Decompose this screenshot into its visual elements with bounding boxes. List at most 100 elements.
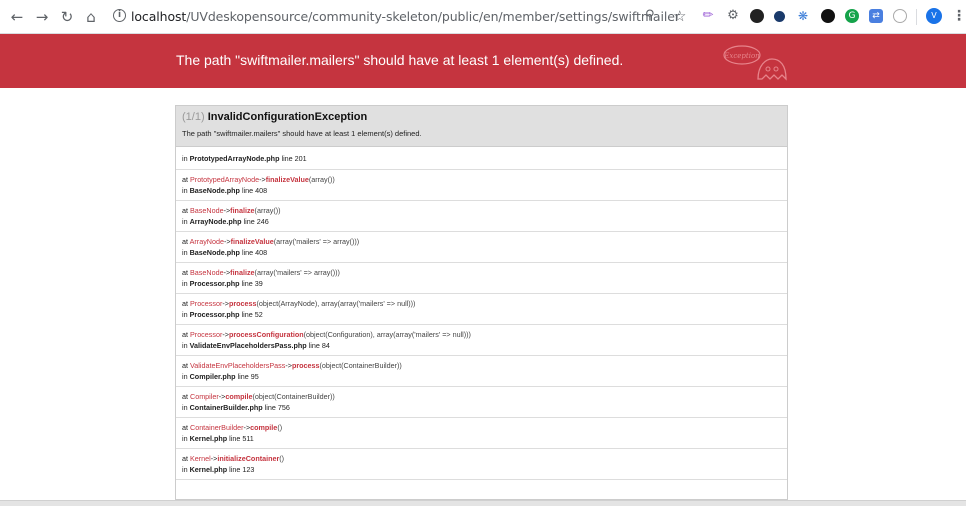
trace-class[interactable]: ArrayNode	[190, 237, 224, 246]
trace-class[interactable]: BaseNode	[190, 268, 224, 277]
exception-panel: (1/1) InvalidConfigurationException The …	[175, 105, 788, 500]
trace-line: line 201	[281, 154, 307, 163]
reload-icon[interactable]: ↻	[58, 9, 76, 25]
translate-icon[interactable]: ⇄	[869, 9, 883, 23]
trace-in: in	[182, 465, 188, 474]
trace-file: PrototypedArrayNode.php	[189, 154, 280, 163]
trace-at: at	[182, 330, 188, 339]
menu-icon[interactable]: ⋮	[952, 8, 966, 24]
grammarly-icon[interactable]: G	[845, 9, 859, 23]
emoji-extension-icon[interactable]	[893, 9, 907, 23]
trace-line: line 123	[229, 465, 255, 474]
trace-class[interactable]: PrototypedArrayNode	[190, 175, 259, 184]
exception-count: (1/1)	[182, 111, 205, 123]
trace-in: in	[182, 186, 188, 195]
trace-location: in ValidateEnvPlaceholdersPass.php line …	[182, 340, 781, 351]
trace-location: in Processor.php line 39	[182, 278, 781, 289]
trace-function: finalizeValue	[265, 175, 309, 184]
trace-function: finalize	[230, 206, 255, 215]
trace-location: in Compiler.php line 95	[182, 371, 781, 382]
trace-line: line 52	[241, 310, 263, 319]
forward-icon[interactable]: →	[33, 9, 51, 25]
trace-row: at Kernel->initializeContainer() in Kerne…	[176, 449, 787, 480]
trace-line: line 39	[241, 279, 263, 288]
zoom-icon[interactable]: ⚲	[645, 8, 655, 23]
trace-file: ContainerBuilder.php	[189, 403, 263, 412]
trace-line: line 756	[264, 403, 290, 412]
trace-file: Compiler.php	[189, 372, 236, 381]
trace-function: processConfiguration	[228, 330, 304, 339]
trace-list: in PrototypedArrayNode.php line 201 at Pr…	[176, 147, 787, 480]
trace-class[interactable]: ValidateEnvPlaceholdersPass	[190, 361, 285, 370]
exception-header: The path "swiftmailer.mailers" should ha…	[0, 34, 966, 88]
trace-in: in	[182, 403, 188, 412]
trace-row: at BaseNode->finalize(array()) in ArrayNo…	[176, 201, 787, 232]
trace-call: at ArrayNode->finalizeValue(array('maile…	[182, 236, 781, 247]
circle-extension-icon[interactable]	[774, 11, 785, 22]
trace-file: Kernel.php	[189, 434, 228, 443]
trace-args: (array('mailers' => array()))	[273, 237, 360, 246]
trace-function: process	[291, 361, 320, 370]
trace-location: in Kernel.php line 511	[182, 433, 781, 444]
profile-avatar[interactable]: V	[926, 8, 942, 24]
dark-extension-icon[interactable]	[750, 9, 764, 23]
trace-location: in ArrayNode.php line 246	[182, 216, 781, 227]
address-bar[interactable]: i localhost/UVdeskopensource/community-s…	[107, 5, 697, 29]
trace-at: at	[182, 423, 188, 432]
trace-row: at Compiler->compile(object(ContainerBui…	[176, 387, 787, 418]
trace-call: at Compiler->compile(object(ContainerBui…	[182, 391, 781, 402]
exception-message: The path "swiftmailer.mailers" should ha…	[182, 129, 422, 138]
trace-class[interactable]: Compiler	[190, 392, 219, 401]
trace-args: (array())	[308, 175, 335, 184]
trace-class[interactable]: ContainerBuilder	[190, 423, 244, 432]
horizontal-scrollbar[interactable]	[0, 500, 966, 506]
trace-location: in Processor.php line 52	[182, 309, 781, 320]
back-icon[interactable]: ←	[8, 9, 26, 25]
info-icon[interactable]: i	[113, 9, 126, 22]
exception-name: InvalidConfigurationException	[207, 111, 368, 123]
trace-function: compile	[250, 423, 278, 432]
trace-at: at	[182, 175, 188, 184]
trace-in: in	[182, 154, 188, 163]
trace-class[interactable]: Kernel	[190, 454, 211, 463]
trace-args: (object(ContainerBuilder))	[252, 392, 335, 401]
trace-args: ()	[277, 423, 283, 432]
url-text[interactable]: localhost/UVdeskopensource/community-ske…	[131, 9, 680, 24]
trace-args: (object(ContainerBuilder))	[319, 361, 402, 370]
trace-file: Kernel.php	[189, 465, 228, 474]
trace-class[interactable]: Processor	[190, 299, 222, 308]
trace-class[interactable]: BaseNode	[190, 206, 224, 215]
trace-file: ArrayNode.php	[189, 217, 242, 226]
trace-at: at	[182, 392, 188, 401]
trace-at: at	[182, 361, 188, 370]
trace-row: at PrototypedArrayNode->finalizeValue(ar…	[176, 170, 787, 201]
trace-row: at ValidateEnvPlaceholdersPass->process(…	[176, 356, 787, 387]
trace-function: finalizeValue	[230, 237, 274, 246]
trace-at: at	[182, 237, 188, 246]
exception-title: (1/1) InvalidConfigurationException	[182, 111, 781, 123]
star-icon[interactable]: ☆	[673, 7, 686, 25]
extension-icon[interactable]: ⚙	[726, 9, 740, 23]
exception-header-message: The path "swiftmailer.mailers" should ha…	[176, 52, 624, 68]
trace-file: BaseNode.php	[189, 248, 240, 257]
trace-arrow: ->	[222, 299, 229, 308]
trace-file: BaseNode.php	[189, 186, 240, 195]
trace-call: at BaseNode->finalize(array('mailers' =>…	[182, 267, 781, 278]
trace-call: at Processor->processConfiguration(objec…	[182, 329, 781, 340]
pen-extension-icon[interactable]: ✏	[701, 9, 715, 23]
trace-class[interactable]: Processor	[190, 330, 222, 339]
network-extension-icon[interactable]: ❋	[796, 9, 810, 23]
trace-function: process	[228, 299, 257, 308]
trace-at: at	[182, 206, 188, 215]
ghost-label: Exception	[723, 52, 760, 60]
black-extension-icon[interactable]	[821, 9, 835, 23]
trace-arrow: ->	[222, 330, 229, 339]
url-host: localhost	[131, 9, 187, 24]
trace-args: (object(ArrayNode), array(array('mailers…	[256, 299, 416, 308]
trace-row: at Processor->processConfiguration(objec…	[176, 325, 787, 356]
home-icon[interactable]: ⌂	[82, 9, 100, 25]
trace-row: at ArrayNode->finalizeValue(array('maile…	[176, 232, 787, 263]
trace-location: in Kernel.php line 123	[182, 464, 781, 475]
trace-args: (object(Configuration), array(array('mai…	[303, 330, 471, 339]
exception-ghost-icon: Exception	[723, 45, 787, 81]
